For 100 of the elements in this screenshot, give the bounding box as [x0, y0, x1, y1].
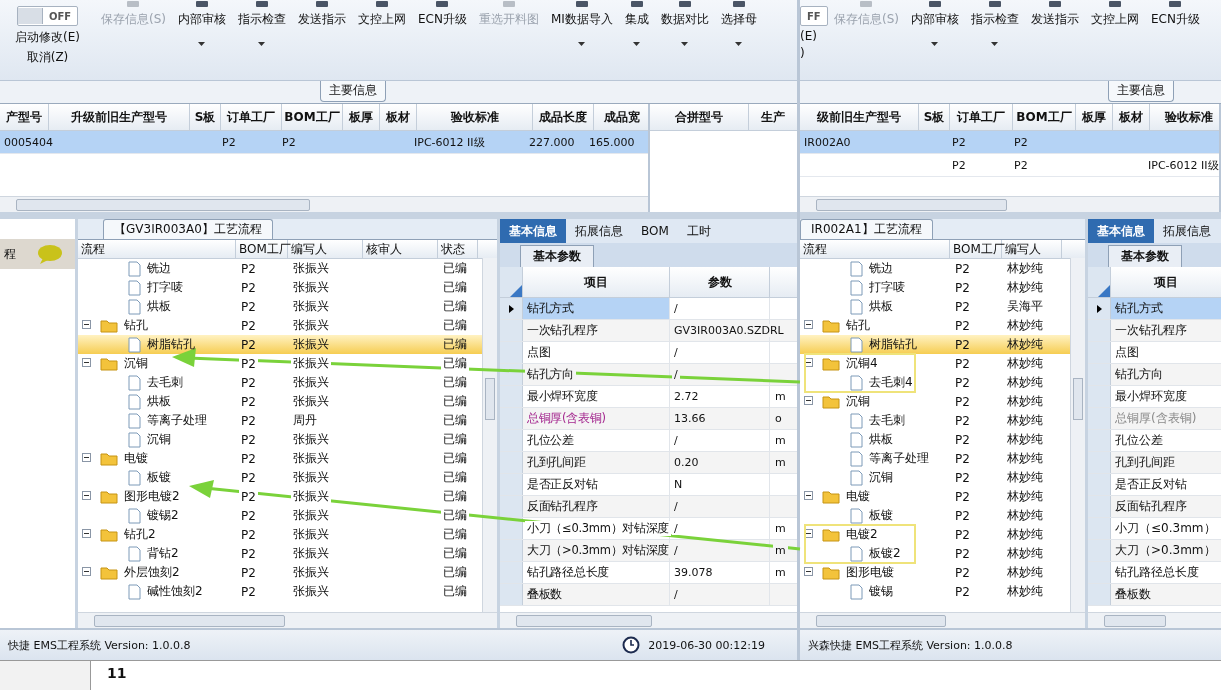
table-row[interactable]: 大刀（>0.3mm）对钻深度 / m — [500, 540, 797, 562]
scrollbar[interactable] — [800, 196, 1219, 212]
scrollbar[interactable] — [1070, 258, 1085, 613]
tree-row[interactable]: 烘板 P2 张振兴 已编 — [78, 297, 483, 316]
toolbar-button[interactable]: 选择母 — [714, 0, 763, 46]
tree-row[interactable]: 去毛刺 P2 张振兴 已编 — [78, 373, 483, 392]
table-row[interactable]: 总铜厚(含表铜) 13.66 o — [500, 408, 797, 430]
tab[interactable]: 基本信息 — [500, 219, 566, 243]
tree-row[interactable]: 沉铜 P2 张振兴 已编 — [78, 430, 483, 449]
tree-row[interactable]: 镀锡 P2 林妙纯 — [800, 582, 1071, 601]
column-header[interactable]: 状态 — [438, 240, 478, 258]
table-row[interactable]: 最小焊环宽度 — [1088, 386, 1221, 408]
collapse-icon[interactable] — [804, 491, 813, 500]
column-header[interactable]: S板 — [190, 104, 221, 130]
tree-row[interactable]: 烘板 P2 张振兴 已编 — [78, 392, 483, 411]
tree-row[interactable]: 电镀 P2 林妙纯 — [800, 487, 1071, 506]
tree-row[interactable]: 树脂钻孔 P2 林妙纯 — [800, 335, 1071, 354]
scrollbar[interactable] — [0, 196, 648, 212]
column-header[interactable]: 板材 — [1113, 104, 1150, 130]
tree-row[interactable]: 去毛刺 P2 林妙纯 — [800, 411, 1071, 430]
toolbar-button[interactable]: 发送指示 — [292, 0, 352, 28]
row-header[interactable] — [500, 298, 523, 319]
table-row[interactable]: 0005404 P2 P2 IPC-6012 II级 227.000 165.000 — [0, 131, 648, 154]
tab[interactable]: 基本信息 — [1088, 219, 1154, 243]
column-header[interactable]: 验收标准 — [1150, 104, 1219, 130]
column-header[interactable]: 验收标准 — [417, 104, 533, 130]
table-row[interactable]: 是否正反对钻 — [1088, 474, 1221, 496]
toolbar-button[interactable]: ECN升级 — [1145, 0, 1206, 28]
table-row[interactable]: 大刀（>0.3mm） — [1088, 540, 1221, 562]
toggle-switch[interactable]: OFF — [16, 6, 79, 26]
tree-row[interactable]: 钻孔2 P2 张振兴 已编 — [78, 525, 483, 544]
tab[interactable]: 拓展信息 — [566, 219, 632, 243]
collapse-icon[interactable] — [82, 358, 91, 367]
tree-row[interactable]: 沉铜 P2 林妙纯 — [800, 392, 1071, 411]
toolbar-button[interactable]: 集成 — [618, 0, 655, 46]
table-row[interactable]: IR002A0 P2 P2 — [800, 131, 1219, 154]
table-row[interactable]: 一次钻孔程序 GV3IR003A0.SZDRL — [500, 320, 797, 342]
table-row[interactable]: 叠板数 — [1088, 584, 1221, 606]
tree-row[interactable]: 等离子处理 P2 周丹 已编 — [78, 411, 483, 430]
toolbar-button[interactable]: 发送指示 — [1025, 0, 1085, 28]
tree-row[interactable]: 钻孔 P2 张振兴 已编 — [78, 316, 483, 335]
tree-row[interactable]: 镀锡2 P2 张振兴 已编 — [78, 506, 483, 525]
tree-row[interactable]: 电镀2 P2 林妙纯 — [800, 525, 1071, 544]
table-row[interactable]: 反面钻孔程序 / — [500, 496, 797, 518]
tree-row[interactable]: 碱性蚀刻2 P2 张振兴 已编 — [78, 582, 483, 601]
tab[interactable]: 基本参数 — [1108, 245, 1182, 267]
column-header[interactable]: BOM工厂 — [1013, 104, 1076, 130]
tree-row[interactable]: 沉铜4 P2 林妙纯 — [800, 354, 1071, 373]
table-row[interactable]: 钻孔方向 — [1088, 364, 1221, 386]
toolbar-button[interactable]: 指示检查 — [965, 0, 1025, 46]
table-row[interactable]: 叠板数 / — [500, 584, 797, 606]
toolbar-button[interactable]: 数据对比 — [654, 0, 715, 46]
edit-action[interactable]: (E) — [800, 29, 817, 43]
tree-row[interactable]: 钻孔 P2 林妙纯 — [800, 316, 1071, 335]
table-row[interactable]: 钻孔路径总长度 — [1088, 562, 1221, 584]
column-header[interactable]: 核审人 — [363, 240, 438, 258]
scrollbar[interactable] — [78, 612, 497, 628]
column-header[interactable]: 板厚 — [343, 104, 380, 130]
toolbar-button[interactable]: 文控上网 — [1085, 0, 1145, 28]
toolbar-button[interactable]: ECN升级 — [412, 0, 473, 28]
tree-row[interactable]: 图形电镀 P2 林妙纯 — [800, 563, 1071, 582]
column-header[interactable]: 升级前旧生产型号 — [49, 104, 190, 130]
tree-row[interactable]: 板镀2 P2 林妙纯 — [800, 544, 1071, 563]
tree-row[interactable]: 树脂钻孔 P2 张振兴 已编 — [78, 335, 483, 354]
tab[interactable]: 拓展信息 — [1154, 219, 1220, 243]
table-row[interactable]: 小刀（≤0.3mm） — [1088, 518, 1221, 540]
collapse-icon[interactable] — [804, 529, 813, 538]
table-row[interactable]: 孔到孔间距 0.20 m — [500, 452, 797, 474]
collapse-icon[interactable] — [804, 567, 813, 576]
column-header[interactable]: BOM工厂 — [282, 104, 343, 130]
splitter[interactable] — [800, 212, 1221, 219]
column-header[interactable]: 板厚 — [1076, 104, 1113, 130]
table-row[interactable]: 一次钻孔程序 — [1088, 320, 1221, 342]
tree-row[interactable]: 铣边 P2 张振兴 已编 — [78, 259, 483, 278]
column-header[interactable]: 板材 — [380, 104, 417, 130]
tree-row[interactable]: 打字唛 P2 林妙纯 — [800, 278, 1071, 297]
tree-row[interactable]: 外层蚀刻2 P2 张振兴 已编 — [78, 563, 483, 582]
scrollbar[interactable] — [1088, 612, 1221, 628]
table-row[interactable]: 孔到孔间距 — [1088, 452, 1221, 474]
column-header[interactable]: 产型号 — [0, 104, 49, 130]
column-header[interactable]: 项目 — [523, 267, 670, 297]
toolbar-button[interactable]: 内部审核 — [905, 0, 965, 46]
tree-row[interactable]: 背钻2 P2 张振兴 已编 — [78, 544, 483, 563]
tree-row[interactable]: 沉铜 P2 林妙纯 — [800, 468, 1071, 487]
corner-header[interactable] — [1088, 267, 1111, 297]
tree-row[interactable]: 烘板 P2 林妙纯 — [800, 430, 1071, 449]
tree-row[interactable]: 图形电镀2 P2 张振兴 已编 — [78, 487, 483, 506]
column-header[interactable]: 订单工厂 — [950, 104, 1013, 130]
table-row[interactable]: P2 P2 IPC-6012 II级 — [800, 154, 1219, 177]
tree-row[interactable]: 打字唛 P2 张振兴 已编 — [78, 278, 483, 297]
edit-action[interactable]: ) — [800, 46, 805, 60]
toolbar-button[interactable]: 指示检查 — [232, 0, 292, 46]
table-row[interactable]: 反面钻孔程序 — [1088, 496, 1221, 518]
collapse-icon[interactable] — [804, 358, 813, 367]
toolbar-button[interactable]: 内部审核 — [172, 0, 232, 46]
tab[interactable]: 工时 — [677, 219, 720, 243]
tab[interactable]: 基本参数 — [520, 245, 594, 267]
tree-row[interactable]: 铣边 P2 林妙纯 — [800, 259, 1071, 278]
column-header[interactable]: 订单工厂 — [221, 104, 282, 130]
scrollbar[interactable] — [482, 258, 497, 613]
